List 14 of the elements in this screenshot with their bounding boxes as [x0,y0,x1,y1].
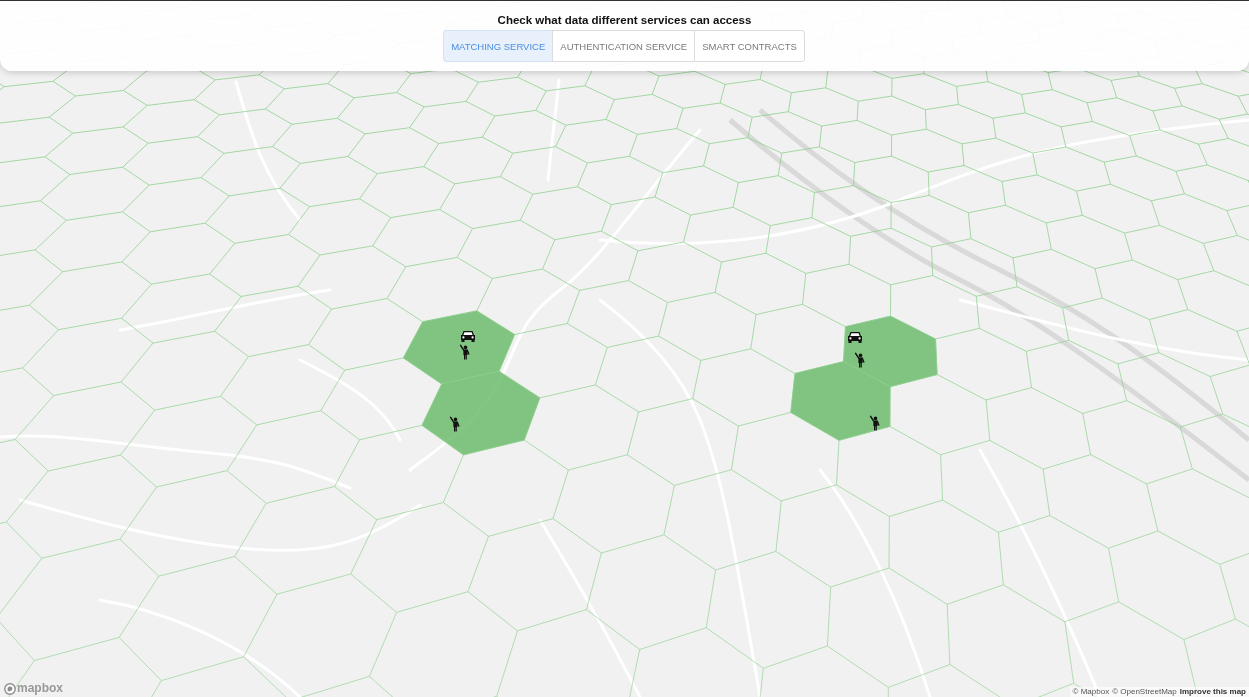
attribution-link[interactable]: © Mapbox [1072,687,1110,697]
attribution-link[interactable]: Improve this map [1179,687,1246,697]
panel-title: Check what data different services can access [497,13,752,27]
logo-icon [4,682,16,695]
service-tab[interactable]: SMART CONTRACTS [694,30,805,62]
attribution-link[interactable]: © OpenStreetMap [1112,687,1177,697]
person-waving-icon [869,415,880,431]
service-tab[interactable]: AUTHENTICATION SERVICE [552,30,696,62]
car-icon [848,332,862,343]
car-icon [461,331,475,342]
logo-wordmark: mapbox [17,682,63,695]
person-waving-icon [459,344,470,360]
person-waving-icon [854,352,865,368]
person-waving-icon [449,416,460,432]
